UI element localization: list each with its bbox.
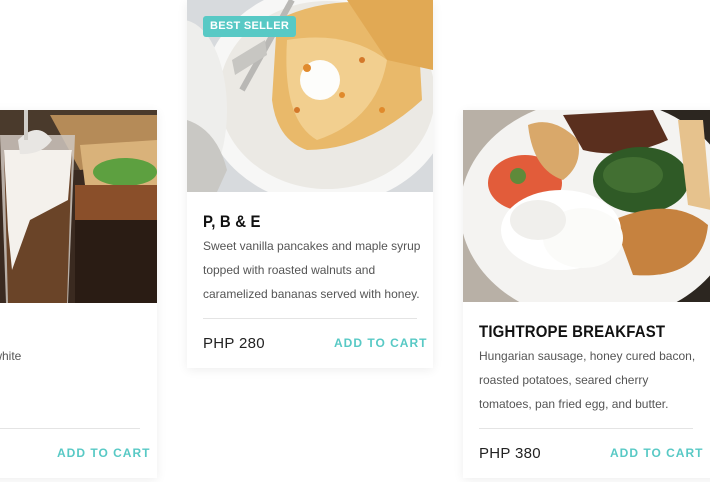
card-divider	[479, 428, 693, 429]
description-line: topped with roasted walnuts and	[203, 263, 376, 277]
description-line: caramelized bananas served with honey.	[203, 287, 420, 301]
add-to-cart-button[interactable]: ADD TO CART	[57, 446, 150, 460]
description-line: Hungarian sausage, honey cured bacon,	[479, 349, 696, 363]
card-divider	[0, 428, 140, 429]
product-price: PHP 280	[203, 335, 265, 352]
product-card-tightrope: TIGHTROPE BREAKFAST Hungarian sausage, h…	[463, 110, 710, 478]
product-title: TIGHTROPE BREAKFAST	[479, 322, 666, 341]
product-image	[463, 110, 710, 302]
iced-coffee-photo-icon	[0, 110, 157, 303]
description-line: tomatoes, pan fried egg, and butter.	[479, 397, 669, 411]
product-card-left: twhite ADD TO CART	[0, 110, 157, 478]
card-divider	[203, 318, 417, 319]
add-to-cart-button[interactable]: ADD TO CART	[334, 336, 427, 350]
description-line: roasted potatoes, seared cherry	[479, 373, 649, 387]
product-card-pbe: BEST SELLER P, B & E Sweet vanilla panca…	[187, 0, 433, 368]
product-price: PHP 380	[479, 445, 541, 462]
product-image: BEST SELLER	[187, 0, 433, 192]
product-image	[0, 110, 157, 303]
product-description: Hungarian sausage, honey cured bacon, ro…	[479, 344, 709, 416]
product-title: P, B & E	[203, 212, 261, 231]
description-line: Sweet vanilla pancakes and maple syrup	[203, 239, 421, 253]
breakfast-plate-photo-icon	[463, 110, 710, 302]
add-to-cart-button[interactable]: ADD TO CART	[610, 446, 703, 460]
best-seller-badge: BEST SELLER	[203, 16, 297, 37]
description-line: twhite	[0, 349, 22, 363]
product-description: Sweet vanilla pancakes and maple syrup t…	[203, 234, 428, 306]
product-description: twhite	[0, 344, 150, 368]
